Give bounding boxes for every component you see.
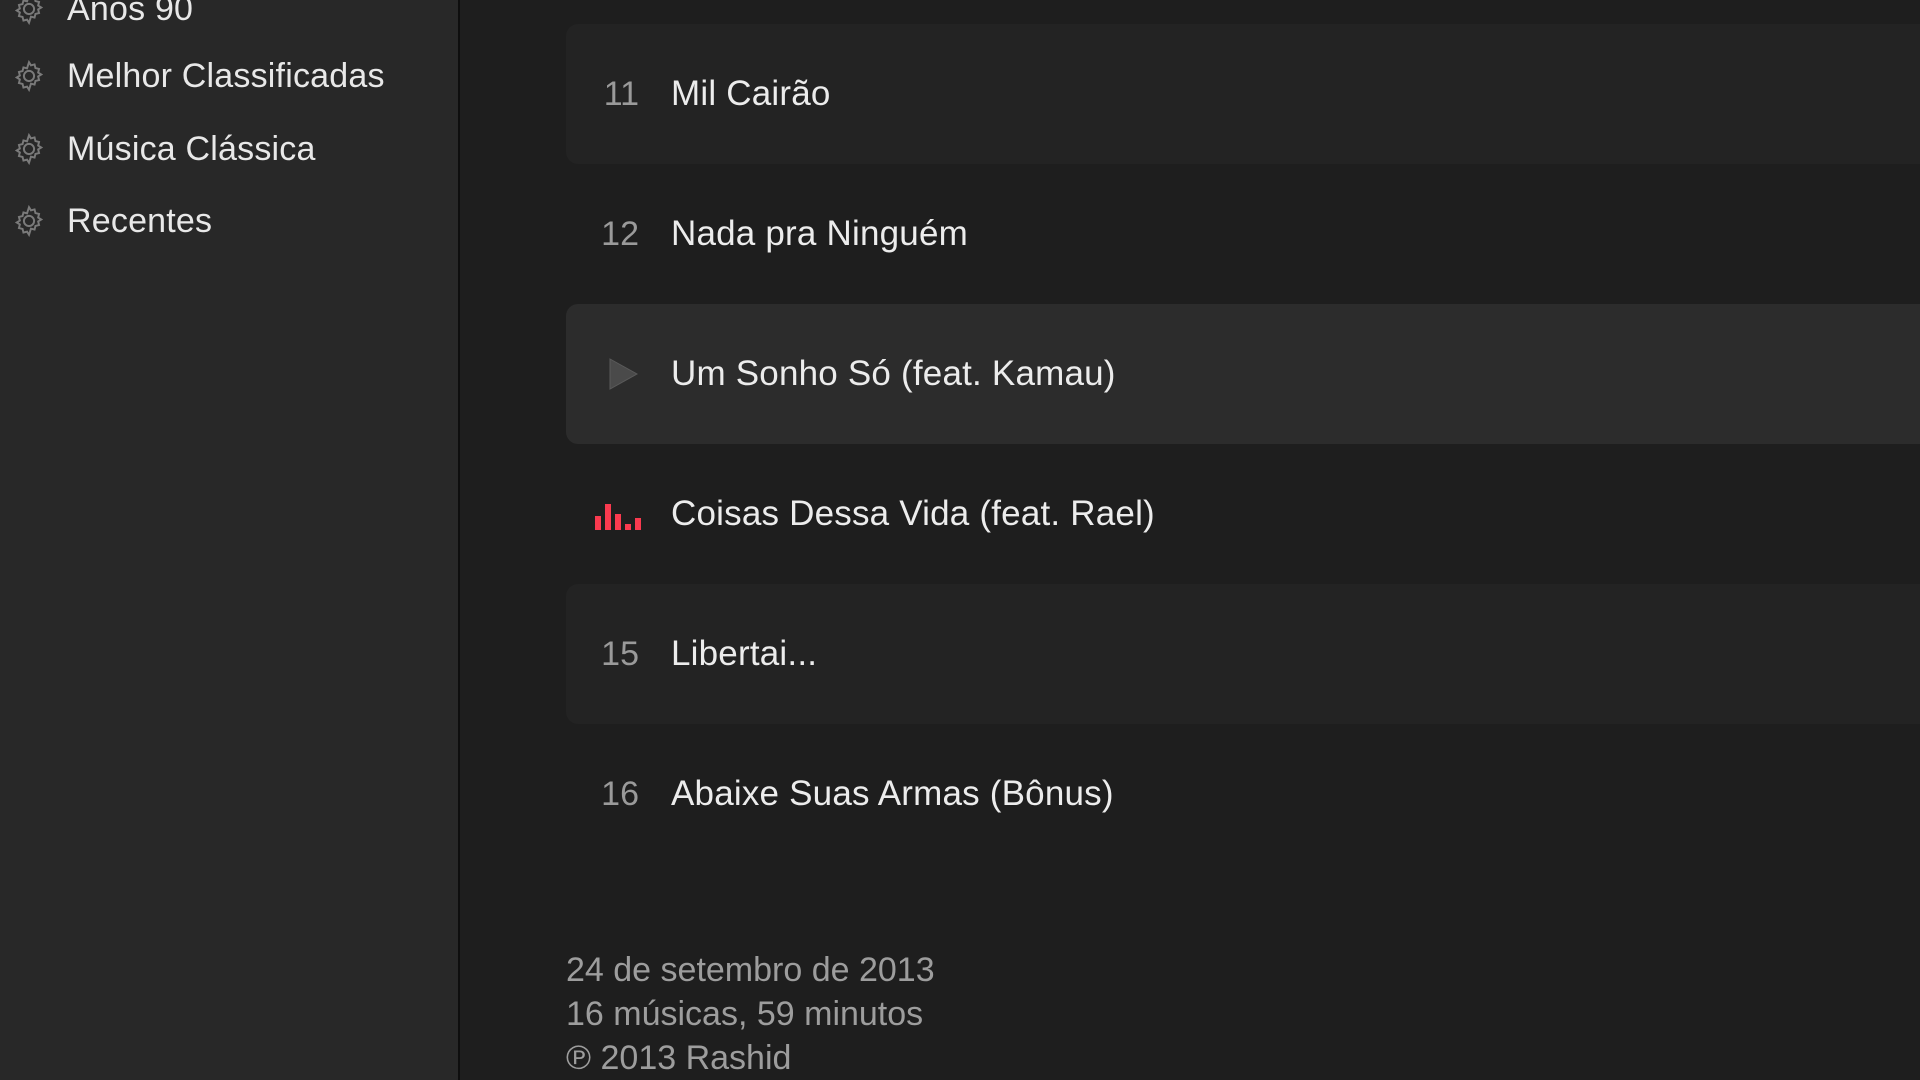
- sidebar-item-label: Melhor Classificadas: [67, 56, 385, 95]
- track-number: 15: [601, 635, 639, 673]
- track-count-duration: 16 músicas, 59 minutos: [566, 995, 924, 1033]
- music-app-window: Anos 90 Melhor Classificadas Música Clás…: [0, 0, 1920, 1080]
- album-track-list: 11 Mil Cairão 12 Nada pra Ninguém Um Son…: [460, 0, 1920, 1080]
- gear-icon: [14, 0, 44, 26]
- track-title: Abaixe Suas Armas (Bônus): [671, 774, 1114, 813]
- gear-icon: [14, 59, 44, 93]
- track-row[interactable]: 11 Mil Cairão: [566, 24, 1920, 164]
- track-number: 16: [601, 775, 639, 813]
- track-title: Libertai...: [671, 634, 818, 673]
- sidebar-item-label: Recentes: [67, 201, 213, 240]
- track-row-now-playing[interactable]: Coisas Dessa Vida (feat. Rael): [566, 444, 1920, 584]
- gear-icon: [14, 204, 44, 238]
- sidebar-item-musica-classica[interactable]: Música Clássica: [0, 118, 458, 180]
- track-number: 11: [603, 75, 639, 113]
- track-row[interactable]: 15 Libertai...: [566, 584, 1920, 724]
- sidebar-item-label: Música Clássica: [67, 129, 316, 168]
- sidebar: Anos 90 Melhor Classificadas Música Clás…: [0, 0, 460, 1080]
- track-title: Um Sonho Só (feat. Kamau): [671, 354, 1116, 393]
- sidebar-item-label: Anos 90: [67, 0, 194, 28]
- sidebar-item-anos-90[interactable]: Anos 90: [0, 0, 458, 40]
- sidebar-item-melhor-classificadas[interactable]: Melhor Classificadas: [0, 45, 458, 107]
- track-row[interactable]: 12 Nada pra Ninguém: [566, 164, 1920, 304]
- track-row-hovered[interactable]: Um Sonho Só (feat. Kamau): [566, 304, 1920, 444]
- sidebar-item-recentes[interactable]: Recentes: [0, 190, 458, 252]
- now-playing-equalizer-icon: [595, 504, 641, 530]
- copyright: ℗ 2013 Rashid: [566, 1039, 792, 1077]
- track-title: Coisas Dessa Vida (feat. Rael): [671, 494, 1155, 533]
- track-number: 12: [601, 215, 639, 253]
- track-title: Mil Cairão: [671, 74, 831, 113]
- gear-icon: [14, 132, 44, 166]
- album-info: 24 de setembro de 2013 16 músicas, 59 mi…: [566, 948, 935, 1080]
- release-date: 24 de setembro de 2013: [566, 951, 935, 989]
- play-icon[interactable]: [606, 356, 640, 392]
- track-row[interactable]: 16 Abaixe Suas Armas (Bônus): [566, 724, 1920, 864]
- track-title: Nada pra Ninguém: [671, 214, 968, 253]
